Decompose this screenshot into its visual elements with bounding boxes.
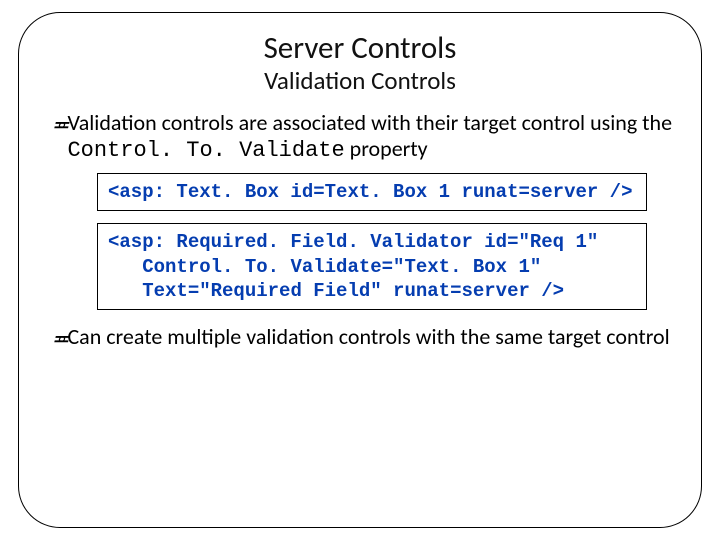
inline-code: Control. To. Validate (67, 138, 344, 163)
bullet-text-pre: Validation controls are associated with … (67, 109, 672, 136)
bullet-text: Validation controls are associated with … (67, 110, 675, 165)
bullet-text: Can create multiple validation controls … (67, 324, 675, 350)
slide-frame: Server Controls Validation Controls ≖ Va… (18, 12, 702, 528)
bullet-item: ≖ Validation controls are associated wit… (51, 110, 675, 165)
code-block: <asp: Required. Field. Validator id="Req… (97, 223, 647, 310)
bullet-text-post: property (345, 135, 428, 162)
slide-title: Server Controls (19, 31, 701, 65)
bullet-glyph-icon: ≖ (51, 326, 63, 352)
slide-content: ≖ Validation controls are associated wit… (19, 110, 701, 350)
slide-subtitle: Validation Controls (19, 65, 701, 96)
code-block: <asp: Text. Box id=Text. Box 1 runat=ser… (97, 173, 647, 211)
bullet-glyph-icon: ≖ (51, 112, 63, 138)
bullet-item: ≖ Can create multiple validation control… (51, 324, 675, 350)
bullet-text-pre: Can create multiple validation controls … (67, 323, 669, 350)
